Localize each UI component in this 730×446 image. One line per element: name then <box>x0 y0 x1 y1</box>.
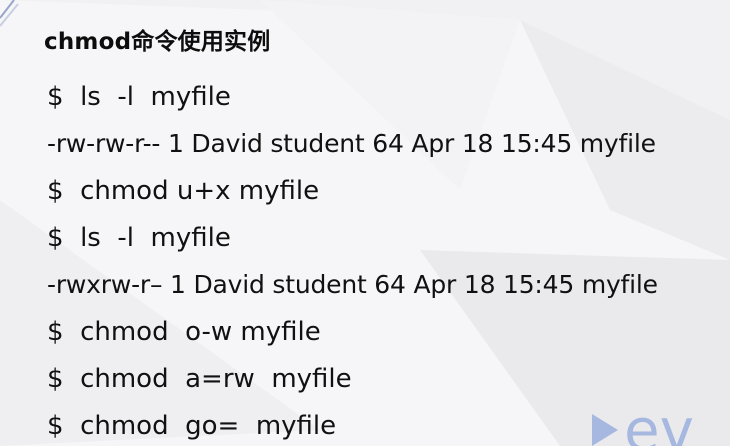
watermark-text: ev <box>624 396 694 446</box>
command-line-ls: $ ls -l myfile <box>47 82 231 112</box>
command-line-chmod-arw: $ chmod a=rw myfile <box>47 364 352 394</box>
brand-watermark: ev <box>592 396 694 446</box>
output-line-permissions-before: -rw-rw-r-- 1 David student 64 Apr 18 15:… <box>47 129 656 158</box>
slide-title: chmod命令使用实例 <box>44 29 271 55</box>
command-line-ls-again: $ ls -l myfile <box>47 223 231 253</box>
play-triangle-icon <box>592 414 618 446</box>
command-line-chmod-ow: $ chmod o-w myfile <box>47 317 321 347</box>
output-line-permissions-after: -rwxrw-r– 1 David student 64 Apr 18 15:4… <box>47 270 658 299</box>
command-line-chmod-ux: $ chmod u+x myfile <box>47 176 320 206</box>
corner-decoration <box>0 0 19 27</box>
command-line-chmod-go: $ chmod go= myfile <box>47 411 337 441</box>
command-example-list: $ ls -l myfile -rw-rw-r-- 1 David studen… <box>47 76 658 446</box>
